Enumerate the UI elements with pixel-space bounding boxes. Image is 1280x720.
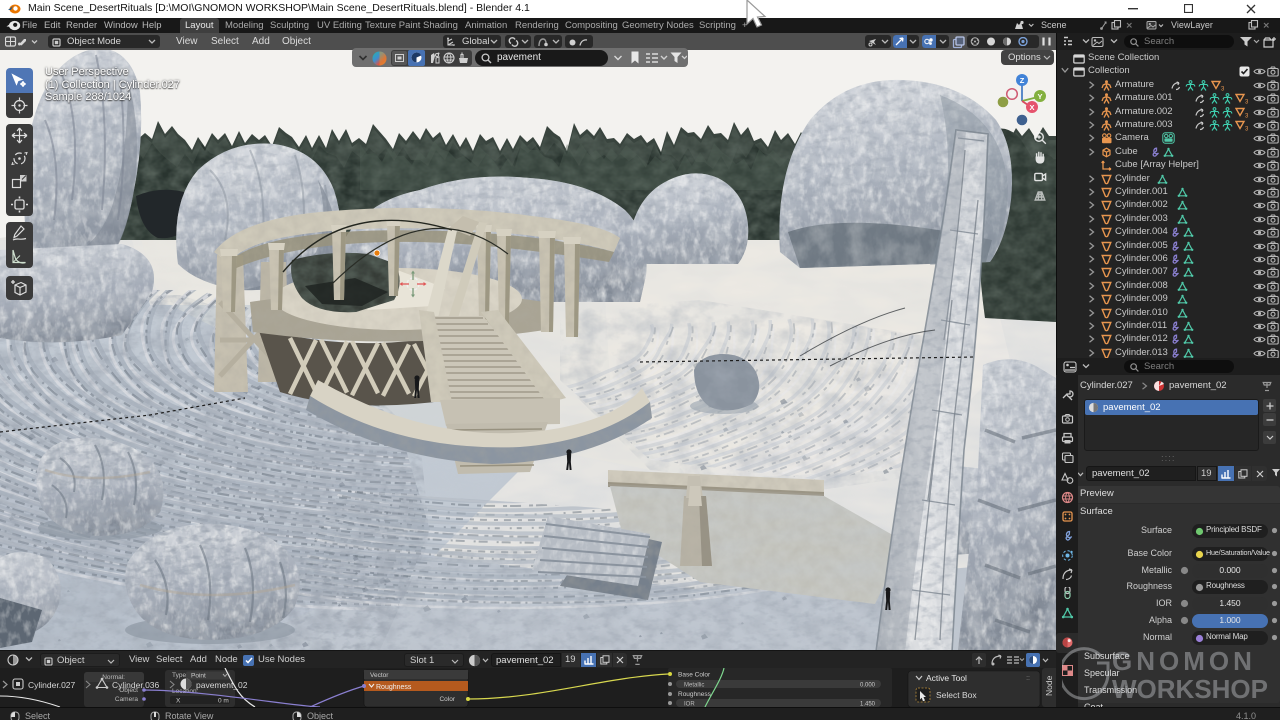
svg-text:Camera: Camera — [115, 696, 139, 703]
svg-text:0.000: 0.000 — [860, 683, 876, 689]
svg-text:Metallic: Metallic — [684, 683, 704, 689]
svg-text:3: 3 — [1245, 113, 1249, 118]
svg-text:Roughness: Roughness — [376, 684, 412, 691]
svg-text:3: 3 — [1245, 100, 1249, 105]
svg-text:Color: Color — [439, 696, 455, 703]
svg-text:Cylinder.036: Cylinder.036 — [112, 680, 160, 690]
svg-text:pavement_02: pavement_02 — [196, 680, 248, 690]
svg-text:Vector: Vector — [370, 672, 389, 679]
svg-text:3: 3 — [1221, 86, 1225, 91]
svg-text:Select Box: Select Box — [936, 690, 977, 700]
svg-text:Y: Y — [1037, 92, 1042, 101]
svg-text:Cylinder.027: Cylinder.027 — [28, 680, 76, 690]
svg-text:0 m: 0 m — [218, 698, 229, 705]
svg-text:X: X — [176, 698, 181, 705]
svg-text:Base Color: Base Color — [678, 672, 711, 679]
svg-text:Point: Point — [191, 673, 206, 680]
svg-text:3: 3 — [1245, 127, 1249, 132]
svg-text:Type:: Type: — [172, 672, 188, 679]
svg-text:Active Tool: Active Tool — [926, 673, 967, 683]
svg-text:::: :: — [1026, 675, 1030, 682]
svg-text:X: X — [1029, 103, 1034, 112]
svg-text:Z: Z — [1020, 76, 1025, 85]
svg-text:Roughness: Roughness — [678, 691, 712, 698]
